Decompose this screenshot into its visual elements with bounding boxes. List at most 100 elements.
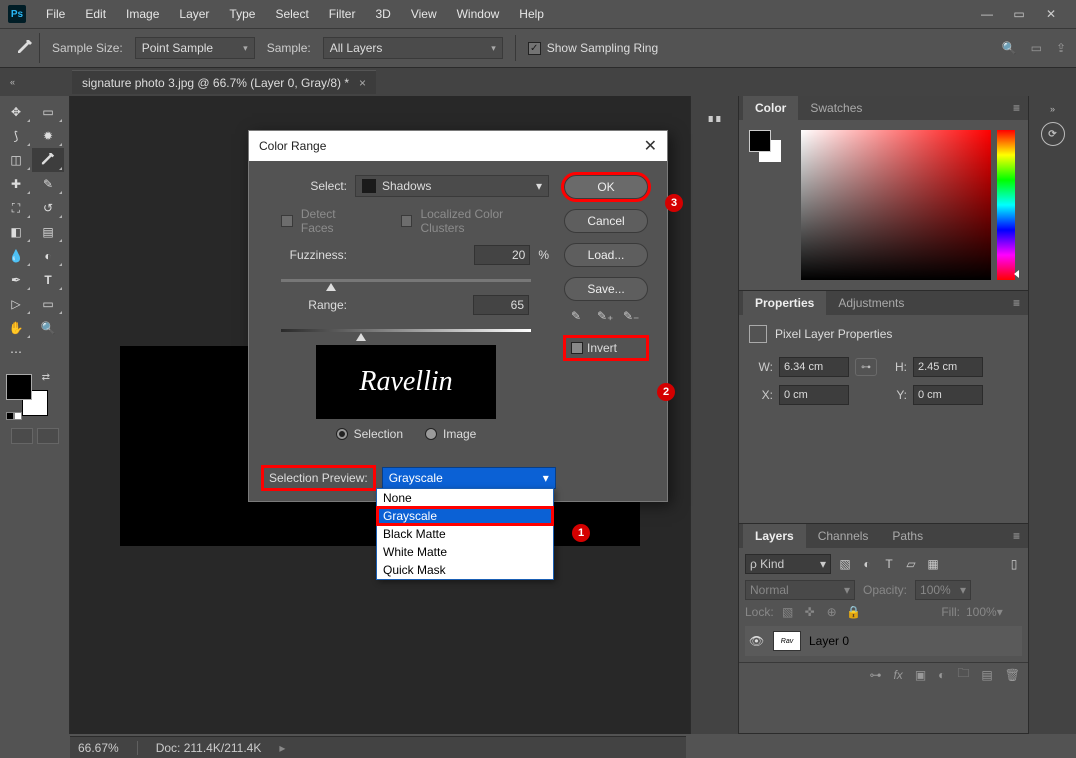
tool-path-select[interactable]: ▷ xyxy=(0,292,32,316)
tool-edit-toolbar[interactable]: ⋯ xyxy=(0,340,32,364)
option-grayscale[interactable]: Grayscale xyxy=(377,507,553,525)
group-icon[interactable]: 🗀 xyxy=(957,664,969,685)
filter-adjust-icon[interactable]: ◐ xyxy=(859,556,875,572)
tool-move[interactable]: ✥ xyxy=(0,100,32,124)
hue-slider[interactable] xyxy=(997,130,1015,280)
tool-shape[interactable]: ▭ xyxy=(32,292,64,316)
height-field[interactable] xyxy=(913,357,983,377)
tool-dodge[interactable]: ◐ xyxy=(32,244,64,268)
load-button[interactable]: Load... xyxy=(564,243,648,267)
adjustment-icon[interactable]: ◐ xyxy=(938,668,945,682)
menu-view[interactable]: View xyxy=(401,0,447,28)
delete-layer-icon[interactable]: 🗑 xyxy=(1005,668,1020,682)
workspace-icon[interactable]: ▭ xyxy=(1031,41,1042,55)
panel-menu-icon[interactable]: ≡ xyxy=(1005,296,1028,310)
tab-swatches[interactable]: Swatches xyxy=(798,96,874,120)
tool-stamp[interactable]: ⛶ xyxy=(0,196,32,220)
tool-hand[interactable]: ✋ xyxy=(0,316,32,340)
select-dropdown[interactable]: Shadows ▾ xyxy=(355,175,549,197)
link-dimensions-icon[interactable]: ⊶ xyxy=(855,358,877,376)
save-button[interactable]: Save... xyxy=(564,277,648,301)
tab-layers[interactable]: Layers xyxy=(743,524,806,548)
radio-image[interactable]: Image xyxy=(425,427,476,441)
fx-icon[interactable]: fx xyxy=(893,668,902,682)
tab-properties[interactable]: Properties xyxy=(743,291,826,315)
menu-select[interactable]: Select xyxy=(265,0,318,28)
default-colors-icon[interactable] xyxy=(6,412,22,420)
tab-paths[interactable]: Paths xyxy=(880,524,935,548)
minimize-icon[interactable]: — xyxy=(980,7,994,21)
filter-toggle-icon[interactable]: ▯ xyxy=(1006,556,1022,572)
option-black-matte[interactable]: Black Matte xyxy=(377,525,553,543)
tool-eraser[interactable]: ◧ xyxy=(0,220,32,244)
panel-collapse-left-icon[interactable]: « xyxy=(2,77,74,87)
tool-type[interactable]: T xyxy=(32,268,64,292)
cancel-button[interactable]: Cancel xyxy=(564,209,648,233)
screenmode-icon[interactable] xyxy=(37,428,59,444)
invert-checkbox[interactable]: Invert xyxy=(565,337,647,359)
menu-help[interactable]: Help xyxy=(509,0,554,28)
eyedropper-sample-icon[interactable]: ✎ xyxy=(571,309,589,327)
menu-filter[interactable]: Filter xyxy=(319,0,366,28)
x-field[interactable] xyxy=(779,385,849,405)
close-icon[interactable]: ✕ xyxy=(1044,7,1058,21)
layer-row-layer0[interactable]: 👁 Rav Layer 0 xyxy=(745,626,1022,656)
option-none[interactable]: None xyxy=(377,489,553,507)
cc-libraries-icon[interactable]: ⟳ xyxy=(1041,122,1065,146)
filter-pixel-icon[interactable]: ▧ xyxy=(837,556,853,572)
sample-select[interactable]: All Layers▾ xyxy=(323,37,503,59)
fuzziness-slider[interactable] xyxy=(281,275,531,287)
new-layer-icon[interactable]: ▤ xyxy=(981,668,992,682)
document-tab[interactable]: signature photo 3.jpg @ 66.7% (Layer 0, … xyxy=(72,70,376,94)
color-field[interactable] xyxy=(801,130,991,280)
link-layers-icon[interactable]: ⊶ xyxy=(869,668,881,682)
menu-image[interactable]: Image xyxy=(116,0,169,28)
tool-zoom[interactable]: 🔍 xyxy=(32,316,64,340)
tool-history-brush[interactable]: ↺ xyxy=(32,196,64,220)
menu-3d[interactable]: 3D xyxy=(365,0,400,28)
option-white-matte[interactable]: White Matte xyxy=(377,543,553,561)
tool-quick-select[interactable]: ✹ xyxy=(32,124,64,148)
filter-shape-icon[interactable]: ▱ xyxy=(903,556,919,572)
sample-size-select[interactable]: Point Sample▾ xyxy=(135,37,255,59)
lock-all-icon[interactable]: 🔒 xyxy=(846,604,862,620)
lock-pixels-icon[interactable]: ▧ xyxy=(780,604,796,620)
lock-position-icon[interactable]: ✜ xyxy=(802,604,818,620)
doc-size[interactable]: Doc: 211.4K/211.4K xyxy=(156,741,262,755)
filter-type-icon[interactable]: T xyxy=(881,556,897,572)
blend-mode-select[interactable]: Normal▾ xyxy=(745,580,855,600)
lock-artboard-icon[interactable]: ⊕ xyxy=(824,604,840,620)
tab-color[interactable]: Color xyxy=(743,96,798,120)
dialog-close-icon[interactable]: ✕ xyxy=(644,136,657,156)
search-icon[interactable]: 🔍 xyxy=(1002,41,1017,55)
fuzziness-field[interactable]: 20 xyxy=(474,245,530,265)
tool-pen[interactable]: ✒ xyxy=(0,268,32,292)
maximize-icon[interactable]: ▭ xyxy=(1012,7,1026,21)
foreground-background-swatches[interactable]: ⇄ xyxy=(4,372,52,420)
opacity-field[interactable]: 100%▾ xyxy=(915,580,971,600)
menu-window[interactable]: Window xyxy=(447,0,510,28)
width-field[interactable] xyxy=(779,357,849,377)
menu-type[interactable]: Type xyxy=(219,0,265,28)
range-slider[interactable] xyxy=(281,325,531,337)
range-field[interactable]: 65 xyxy=(473,295,529,315)
layer-name[interactable]: Layer 0 xyxy=(809,634,849,648)
ok-button[interactable]: OK xyxy=(564,175,648,199)
color-fgbg-swatch[interactable] xyxy=(749,130,795,280)
tab-channels[interactable]: Channels xyxy=(806,524,881,548)
show-sampling-ring-checkbox[interactable]: Show Sampling Ring xyxy=(528,41,658,55)
panel-menu-icon[interactable]: ≡ xyxy=(1005,101,1028,115)
eyedropper-add-icon[interactable]: ✎₊ xyxy=(597,309,615,327)
tool-blur[interactable]: 💧 xyxy=(0,244,32,268)
selection-preview-dropdown[interactable]: Grayscale▾ xyxy=(382,467,556,489)
swap-colors-icon[interactable]: ⇄ xyxy=(42,372,50,383)
menu-edit[interactable]: Edit xyxy=(75,0,116,28)
option-quick-mask[interactable]: Quick Mask xyxy=(377,561,553,579)
menu-layer[interactable]: Layer xyxy=(169,0,219,28)
menu-file[interactable]: File xyxy=(36,0,75,28)
tool-heal[interactable]: ✚ xyxy=(0,172,32,196)
eyedropper-subtract-icon[interactable]: ✎₋ xyxy=(623,309,641,327)
layer-filter-kind[interactable]: ρ Kind▾ xyxy=(745,554,831,574)
panel-menu-icon[interactable]: ≡ xyxy=(1005,529,1028,543)
share-icon[interactable]: ⇪ xyxy=(1056,41,1066,55)
